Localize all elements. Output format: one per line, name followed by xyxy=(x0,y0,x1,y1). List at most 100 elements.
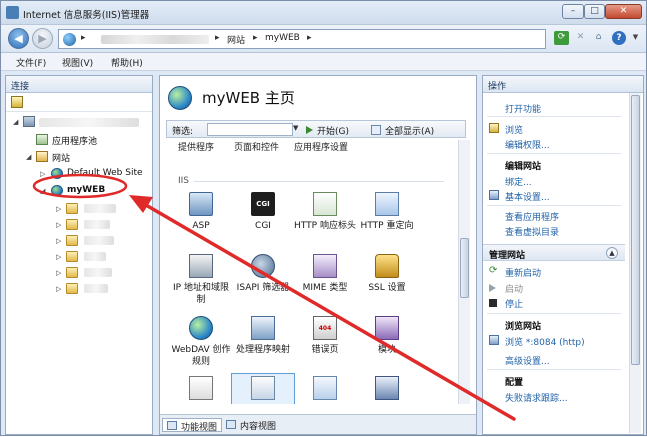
connections-tree: ◢ 应用程序池 ◢ 网站 ▷ Default Web Site ◢ myWEB … xyxy=(6,113,152,433)
close-button[interactable]: ✕ xyxy=(605,4,642,19)
folder-name-obscured[interactable] xyxy=(84,236,114,245)
feature-directory-browsing[interactable] xyxy=(231,373,295,404)
breadcrumb-arrow-icon[interactable]: ▸ xyxy=(307,33,312,43)
expand-arrow-icon[interactable]: ▷ xyxy=(56,253,61,261)
actions-scrollbar[interactable] xyxy=(629,93,641,433)
feature-output-caching[interactable] xyxy=(356,376,418,404)
feature-default-document[interactable] xyxy=(170,376,232,404)
folder-name-obscured[interactable] xyxy=(84,220,110,229)
feature-modules[interactable]: 模块 xyxy=(356,316,418,356)
collapse-arrow-icon[interactable]: ◢ xyxy=(26,153,31,161)
feature-error-pages[interactable]: 404 错误页 xyxy=(294,316,356,356)
stop-icon[interactable]: ✕ xyxy=(573,31,588,45)
expand-arrow-icon[interactable]: ▷ xyxy=(56,205,61,213)
action-open-feature[interactable]: 打开功能 xyxy=(505,102,541,115)
expand-arrow-icon[interactable]: ▷ xyxy=(56,285,61,293)
section-configure: 配置 xyxy=(505,378,524,388)
scrollbar-thumb[interactable] xyxy=(631,95,640,365)
folder-name-obscured[interactable] xyxy=(84,284,108,293)
tab-content-view[interactable]: 内容视图 xyxy=(222,418,280,432)
feature-ip-restrictions[interactable]: IP 地址和域限制 xyxy=(170,254,232,306)
action-stop[interactable]: 停止 xyxy=(505,297,523,310)
expand-arrow-icon[interactable]: ▷ xyxy=(56,237,61,245)
back-arrow-icon[interactable]: ◀ xyxy=(8,28,29,49)
collapse-arrow-icon[interactable]: ◢ xyxy=(13,118,18,126)
filter-input[interactable] xyxy=(207,123,293,136)
feature-label: 错误页 xyxy=(311,345,339,355)
action-restart[interactable]: 重新启动 xyxy=(505,266,541,279)
expand-arrow-icon[interactable]: ▷ xyxy=(56,269,61,277)
breadcrumb-server-obscured xyxy=(101,35,209,44)
sites-folder-icon xyxy=(36,151,48,162)
tree-default-web-site[interactable]: Default Web Site xyxy=(67,168,143,178)
show-all-button[interactable]: 全部显示(A) xyxy=(385,124,434,137)
manage-site-bar[interactable]: 管理网站 ▲ xyxy=(483,244,625,261)
collapse-up-icon[interactable]: ▲ xyxy=(606,247,618,259)
feature-scrollbar[interactable] xyxy=(458,140,470,404)
tree-app-pools[interactable]: 应用程序池 xyxy=(52,134,97,147)
breadcrumb-myweb[interactable]: myWEB xyxy=(265,33,300,43)
page-title: myWEB 主页 xyxy=(202,89,295,107)
features-view-icon xyxy=(167,421,177,430)
start-filter-button[interactable]: 开始(G) xyxy=(317,124,349,137)
feature-http-redirect[interactable]: HTTP 重定向 xyxy=(356,192,418,232)
feature-http-headers[interactable]: HTTP 响应标头 xyxy=(294,192,356,232)
feature-handler-mappings[interactable]: 处理程序映射 xyxy=(232,316,294,356)
tree-sites[interactable]: 网站 xyxy=(52,151,70,164)
connect-icon[interactable] xyxy=(11,96,23,108)
iis-manager-window: Internet 信息服务(IIS)管理器 – □ ✕ ◀ ▶ ▸ ▸ 网站 ▸… xyxy=(0,0,647,436)
feature-cut-label[interactable]: 页面和控件 xyxy=(234,140,279,153)
menu-file[interactable]: 文件(F) xyxy=(16,56,46,69)
feature-cut-label[interactable]: 提供程序 xyxy=(178,140,214,153)
breadcrumb-arrow-icon[interactable]: ▸ xyxy=(81,33,86,43)
feature-cut-label[interactable]: 应用程序设置 xyxy=(294,140,348,153)
breadcrumb[interactable]: ▸ ▸ 网站 ▸ myWEB ▸ xyxy=(58,29,546,49)
expand-arrow-icon[interactable]: ▷ xyxy=(40,170,45,178)
action-advanced-settings[interactable]: 高级设置... xyxy=(505,354,550,367)
breadcrumb-arrow-icon[interactable]: ▸ xyxy=(215,33,220,43)
folder-name-obscured[interactable] xyxy=(84,268,112,277)
feature-webdav[interactable]: WebDAV 创作规则 xyxy=(170,316,232,368)
scrollbar-thumb[interactable] xyxy=(460,238,469,298)
feature-cgi[interactable]: CGI CGI xyxy=(232,192,294,232)
filter-dropdown-icon[interactable]: ▼ xyxy=(293,124,298,132)
expand-arrow-icon[interactable]: ▷ xyxy=(56,221,61,229)
help-icon[interactable]: ? xyxy=(612,31,626,45)
action-view-virtual-dirs[interactable]: 查看虚拟目录 xyxy=(505,225,559,238)
divider xyxy=(487,313,621,314)
default-document-icon xyxy=(189,376,213,400)
stop-icon xyxy=(489,299,497,307)
feature-mime-types[interactable]: MIME 类型 xyxy=(294,254,356,294)
maximize-button[interactable]: □ xyxy=(584,4,605,19)
breadcrumb-sites[interactable]: 网站 xyxy=(227,33,245,46)
menu-view[interactable]: 视图(V) xyxy=(62,56,93,69)
feature-logging[interactable] xyxy=(294,376,356,404)
action-basic-settings[interactable]: 基本设置... xyxy=(505,190,550,203)
action-view-applications[interactable]: 查看应用程序 xyxy=(505,210,559,223)
action-edit-permissions[interactable]: 编辑权限... xyxy=(505,138,550,151)
connections-toolbar xyxy=(6,93,152,112)
feature-isapi-filters[interactable]: ISAPI 筛选器 xyxy=(232,254,294,294)
home-icon[interactable]: ⌂ xyxy=(591,31,606,45)
iis-app-icon xyxy=(6,6,19,19)
action-start[interactable]: 启动 xyxy=(505,282,523,295)
folder-name-obscured[interactable] xyxy=(84,252,106,261)
tree-myweb[interactable]: myWEB xyxy=(67,185,105,195)
feature-ssl-settings[interactable]: SSL 设置 xyxy=(356,254,418,294)
tab-features-view[interactable]: 功能视图 xyxy=(162,418,223,433)
folder-name-obscured[interactable] xyxy=(84,204,116,213)
server-name-obscured[interactable] xyxy=(39,118,139,127)
refresh-icon[interactable]: ⟳ xyxy=(554,31,569,45)
action-bindings[interactable]: 绑定... xyxy=(505,175,532,188)
breadcrumb-arrow-icon[interactable]: ▸ xyxy=(253,33,258,43)
help-dropdown-icon[interactable]: ▼ xyxy=(628,31,643,45)
action-failed-request-tracing[interactable]: 失败请求跟踪... xyxy=(505,391,568,404)
collapse-arrow-icon[interactable]: ◢ xyxy=(40,187,45,195)
forward-arrow-icon[interactable]: ▶ xyxy=(32,28,53,49)
menu-help[interactable]: 帮助(H) xyxy=(111,56,143,69)
minimize-button[interactable]: – xyxy=(562,4,584,19)
action-browse-8084[interactable]: 浏览 *:8084 (http) xyxy=(505,335,585,348)
action-explore[interactable]: 浏览 xyxy=(505,123,523,136)
actions-panel: 操作 打开功能 浏览 编辑权限... 编辑网站 绑定... 基本设置... 查看… xyxy=(482,75,644,435)
feature-asp[interactable]: ASP xyxy=(170,192,232,232)
